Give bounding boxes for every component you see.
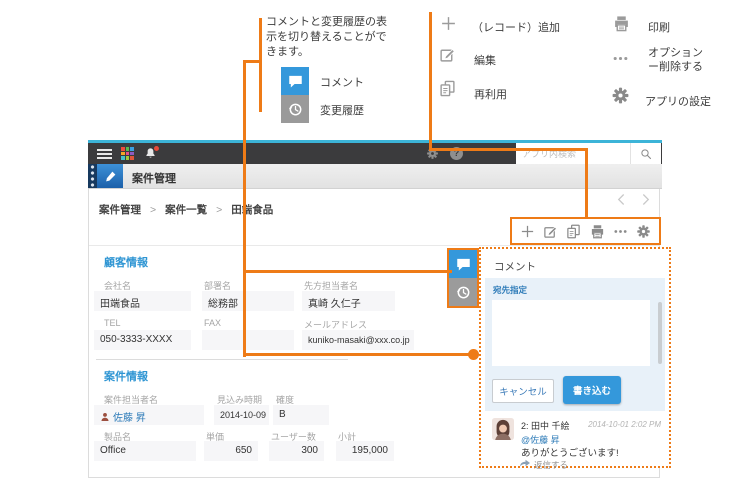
connector-line <box>245 270 452 273</box>
hamburger-menu-icon[interactable] <box>97 149 112 159</box>
print-icon[interactable] <box>590 224 605 239</box>
annotation-history-label: 変更履歴 <box>320 102 364 118</box>
add-record-icon <box>440 15 457 32</box>
history-icon <box>456 285 471 300</box>
connector-line <box>429 148 588 151</box>
annotation-comment-label: コメント <box>320 74 364 90</box>
edit-icon <box>439 46 456 63</box>
connector-line <box>429 12 432 151</box>
comment-timestamp: 2014-10-01 2:02 PM <box>588 420 661 429</box>
scrollbar[interactable] <box>658 302 662 364</box>
reply-button[interactable]: 返信する <box>534 459 568 471</box>
annotation-add-label: （レコード）追加 <box>472 19 560 35</box>
global-header: ? <box>88 143 662 164</box>
print-icon <box>613 15 630 32</box>
comment-icon <box>456 257 471 272</box>
reply-icon <box>519 457 531 469</box>
field-value-expected: 2014-10-09 <box>214 405 269 425</box>
breadcrumb-app[interactable]: 案件管理 <box>99 204 141 216</box>
breadcrumb-list[interactable]: 案件一覧 <box>165 204 207 216</box>
notification-badge <box>153 145 160 152</box>
connector-line <box>245 353 473 356</box>
comment-body: ありがとうございます! <box>521 445 619 459</box>
edit-icon[interactable] <box>543 224 558 239</box>
field-value-tel: 050-3333-XXXX <box>94 330 191 350</box>
annotation-reuse-label: 再利用 <box>474 86 507 102</box>
options-icon[interactable] <box>613 224 628 239</box>
field-value-owner: 佐藤 昇 <box>94 405 204 425</box>
reuse-icon <box>439 80 456 97</box>
field-value-email: kuniko-masaki@xxx.co.jp <box>302 330 414 350</box>
connector-line <box>243 60 246 357</box>
pen-icon <box>104 170 117 183</box>
notebook-spiral-decoration <box>88 164 97 188</box>
search-icon <box>640 148 652 160</box>
field-value-unit-price: 650 <box>204 441 258 461</box>
user-link[interactable]: 佐藤 昇 <box>113 413 146 424</box>
comment-author: 2: 田中 千絵 <box>521 419 570 432</box>
comment-toggle-button[interactable] <box>449 250 477 278</box>
comment-panel-title: コメント <box>494 259 536 274</box>
comment-icon <box>281 67 309 95</box>
record-toolbar <box>510 217 661 245</box>
field-value-users: 300 <box>269 441 324 461</box>
section-title-case: 案件情報 <box>104 368 148 384</box>
field-value-department: 総務部 <box>202 291 294 311</box>
comment-textarea[interactable] <box>492 300 650 366</box>
app-window: ? 案件管理 案件管理 > 案件一覧 > 田端食品 <box>88 140 660 478</box>
comment-panel: コメント 宛先指定 キャンセル 書き込む 2: 田中 千絵 2014-10-01… <box>479 247 671 468</box>
app-settings-gear-icon <box>611 86 630 105</box>
avatar <box>492 418 514 440</box>
reuse-icon[interactable] <box>566 224 581 239</box>
connector-endpoint-dot <box>468 349 479 360</box>
search-input[interactable] <box>516 143 630 164</box>
search-button[interactable] <box>630 143 661 164</box>
field-value-subtotal: 195,000 <box>336 441 394 461</box>
app-title-bar: 案件管理 <box>88 164 662 189</box>
app-title: 案件管理 <box>132 170 176 186</box>
annotation-left-description: コメントと変更履歴の表示を切り替えることができます。 <box>266 15 394 60</box>
previous-record-icon[interactable] <box>614 192 629 207</box>
cancel-button[interactable]: キャンセル <box>492 379 554 403</box>
breadcrumb-record[interactable]: 田端食品 <box>231 204 273 216</box>
add-record-icon[interactable] <box>520 224 535 239</box>
mention-button[interactable]: 宛先指定 <box>493 284 527 296</box>
next-record-icon[interactable] <box>638 192 653 207</box>
comment-form: 宛先指定 キャンセル 書き込む <box>485 278 665 411</box>
annotation-edit-label: 編集 <box>474 52 496 68</box>
field-label: FAX <box>204 318 221 328</box>
options-icon <box>612 50 629 67</box>
section-divider <box>96 359 348 360</box>
submit-button[interactable]: 書き込む <box>563 376 621 404</box>
field-value-company: 田端食品 <box>94 291 191 311</box>
field-label: TEL <box>104 318 121 328</box>
history-icon <box>281 95 309 123</box>
screenshot-root: コメントと変更履歴の表示を切り替えることができます。 コメント 変更履歴 （レコ… <box>0 0 745 495</box>
annotation-settings-label: アプリの設定 <box>645 93 711 109</box>
sidebar-toggle-group <box>447 248 479 308</box>
field-value-fax <box>202 330 294 350</box>
content-divider <box>89 245 660 246</box>
app-icon[interactable] <box>97 164 123 188</box>
app-grid-icon[interactable] <box>121 147 134 160</box>
user-icon <box>100 412 110 422</box>
field-value-contact: 真崎 久仁子 <box>302 291 395 311</box>
app-settings-gear-icon[interactable] <box>636 224 651 239</box>
history-toggle-button[interactable] <box>449 278 477 306</box>
connector-line <box>259 18 262 112</box>
annotation-options-sublabel: ー削除する <box>648 58 703 74</box>
field-value-product: Office <box>94 441 196 461</box>
connector-line <box>585 148 588 219</box>
breadcrumb-separator: > <box>216 204 222 216</box>
section-title-customer: 顧客情報 <box>104 254 148 270</box>
field-value-probability: B <box>273 405 329 425</box>
annotation-print-label: 印刷 <box>648 19 670 35</box>
breadcrumb-separator: > <box>150 204 156 216</box>
breadcrumb: 案件管理 > 案件一覧 > 田端食品 <box>99 202 273 217</box>
